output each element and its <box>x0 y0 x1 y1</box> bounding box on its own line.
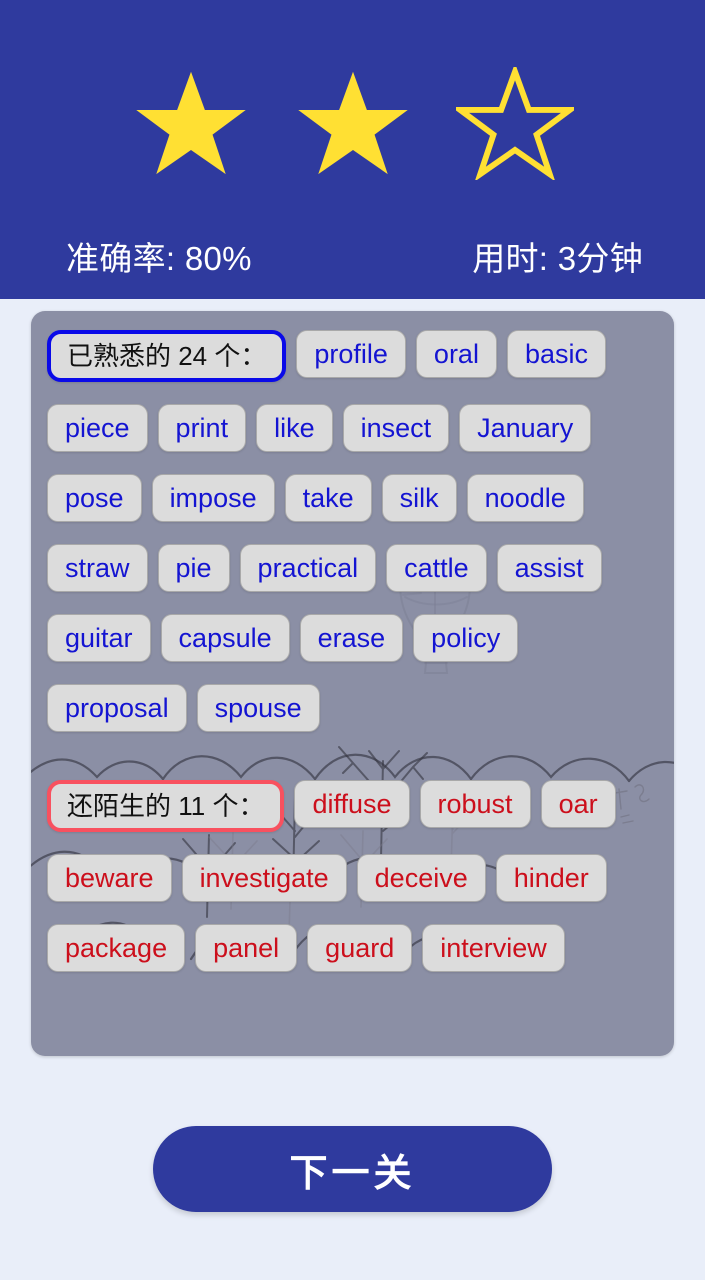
word-chip[interactable]: take <box>284 474 372 522</box>
word-chip[interactable]: diffuse <box>294 780 410 828</box>
word-chip[interactable]: pose <box>47 474 142 522</box>
word-chip[interactable]: guard <box>307 924 413 972</box>
word-chip[interactable]: panel <box>195 924 298 972</box>
word-chip[interactable]: silk <box>381 474 457 522</box>
star-icon-empty <box>455 66 574 180</box>
word-chip[interactable]: investigate <box>181 854 347 902</box>
star-icon-filled <box>135 71 246 174</box>
word-chip[interactable]: like <box>256 404 333 452</box>
word-chip[interactable]: January <box>459 404 592 452</box>
word-chip[interactable]: cattle <box>386 544 487 592</box>
word-chip[interactable]: print <box>157 404 247 452</box>
word-chip[interactable]: capsule <box>160 614 290 662</box>
word-chip[interactable]: erase <box>299 614 404 662</box>
known-words-label: 已熟悉的 24 个： <box>47 330 287 382</box>
word-chip[interactable]: straw <box>47 544 148 592</box>
accuracy-label: 准确率: 80% <box>66 240 252 277</box>
time-label: 用时: 3分钟 <box>472 240 643 277</box>
word-results-panel: 已熟悉的 24 个： profile oral basic piece print like… <box>31 311 674 1056</box>
word-chip[interactable]: basic <box>506 330 606 378</box>
word-chip[interactable]: piece <box>47 404 148 452</box>
word-chip[interactable]: beware <box>47 854 172 902</box>
word-chip[interactable]: proposal <box>47 684 187 732</box>
word-chip[interactable]: interview <box>422 924 565 972</box>
word-chip[interactable]: oar <box>540 780 616 828</box>
word-chip-area: 已熟悉的 24 个： profile oral basic piece print like… <box>31 311 674 972</box>
word-chip[interactable]: guitar <box>47 614 151 662</box>
word-chip[interactable]: spouse <box>196 684 320 732</box>
star-icon-filled <box>297 71 408 174</box>
word-chip[interactable]: practical <box>239 544 377 592</box>
word-chip[interactable]: insect <box>342 404 450 452</box>
unknown-words-label: 还陌生的 11 个： <box>47 780 285 832</box>
word-chip[interactable]: hinder <box>495 854 607 902</box>
results-header: 准确率: 80% 用时: 3分钟 <box>0 0 705 299</box>
word-chip[interactable]: oral <box>415 330 497 378</box>
stats-row: 准确率: 80% 用时: 3分钟 <box>0 232 705 280</box>
word-chip[interactable]: assist <box>496 544 602 592</box>
word-chip[interactable]: policy <box>413 614 519 662</box>
word-chip[interactable]: robust <box>419 780 531 828</box>
word-chip[interactable]: deceive <box>356 854 486 902</box>
word-chip[interactable]: package <box>47 924 186 972</box>
word-chip[interactable]: noodle <box>466 474 584 522</box>
next-level-button[interactable]: 下一关 <box>153 1126 552 1212</box>
star-rating <box>0 58 705 188</box>
word-chip[interactable]: profile <box>296 330 406 378</box>
word-chip[interactable]: pie <box>157 544 230 592</box>
word-chip[interactable]: impose <box>151 474 275 522</box>
